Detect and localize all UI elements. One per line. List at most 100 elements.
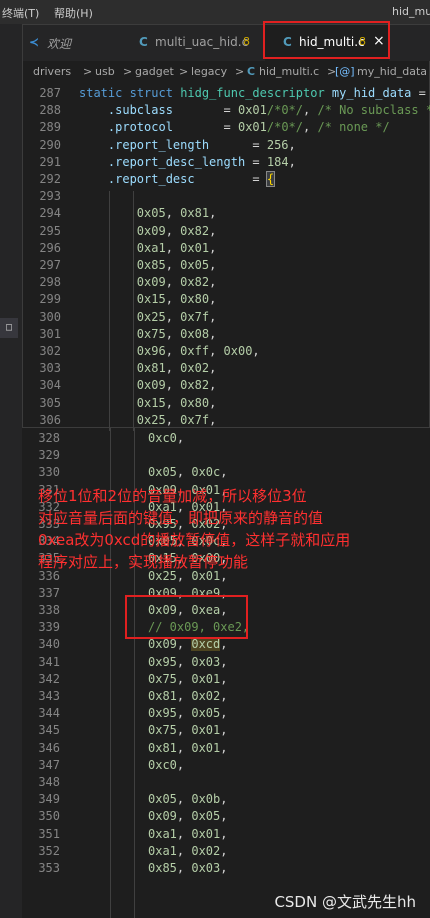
code-line[interactable]: 352 0xa1, 0x02, bbox=[22, 843, 430, 860]
line-number: 344 bbox=[38, 706, 60, 721]
code-line[interactable]: 342 0x75, 0x01, bbox=[22, 671, 430, 688]
code-line[interactable]: 350 0x09, 0x05, bbox=[22, 808, 430, 825]
code-line[interactable]: 346 0x81, 0x01, bbox=[22, 740, 430, 757]
code-line[interactable]: 288 .subclass = 0x01/*0*/, /* No subclas… bbox=[23, 102, 430, 119]
line-number: 339 bbox=[38, 620, 60, 635]
variable-icon: [@] bbox=[335, 65, 355, 78]
code-line[interactable]: 330 0x05, 0x0c, bbox=[22, 464, 430, 481]
code-text: 0x09, 0x82, bbox=[136, 223, 217, 238]
code-text: 0xa1, 0x01, bbox=[148, 826, 228, 841]
annotation-line: 程序对应上，实现播放暂停功能 bbox=[38, 553, 249, 571]
breadcrumb-separator: > bbox=[123, 65, 133, 78]
code-line[interactable]: 303 0x81, 0x02, bbox=[23, 360, 430, 377]
breadcrumb-item[interactable]: drivers bbox=[33, 65, 71, 78]
line-number: 297 bbox=[39, 258, 61, 272]
line-number: 341 bbox=[38, 654, 60, 669]
menu-terminal[interactable]: 终端(T) bbox=[2, 5, 39, 21]
code-line[interactable]: 341 0x95, 0x03, bbox=[22, 654, 430, 671]
line-number: 301 bbox=[39, 326, 61, 341]
code-line[interactable]: 296 0xa1, 0x01, bbox=[23, 240, 430, 257]
code-line[interactable]: 353 0x85, 0x03, bbox=[22, 860, 430, 877]
code-line[interactable]: 291 .report_desc_length = 184, bbox=[23, 154, 430, 171]
code-text: 0x15, 0x80, bbox=[136, 395, 217, 410]
code-line[interactable]: 344 0x95, 0x05, bbox=[22, 705, 430, 722]
breadcrumb-item[interactable]: usb bbox=[95, 65, 115, 78]
breadcrumb-item[interactable]: hid_multi.c bbox=[259, 65, 319, 78]
code-text: 0x05, 0x81, bbox=[136, 206, 217, 221]
breadcrumb-item[interactable]: legacy bbox=[191, 65, 227, 78]
line-number: 345 bbox=[38, 723, 60, 738]
tab-bar: ≺ 欢迎 C multi_uac_hid.c 8 C hid_multi.c 8… bbox=[23, 21, 430, 61]
code-line[interactable]: 343 0x81, 0x02, bbox=[22, 688, 430, 705]
strip-marker: □ bbox=[0, 318, 18, 338]
line-number: 294 bbox=[39, 206, 61, 221]
line-number: 288 bbox=[39, 103, 61, 118]
code-line[interactable]: 328 0xc0, bbox=[22, 430, 430, 447]
code-line[interactable]: 300 0x25, 0x7f, bbox=[23, 309, 430, 326]
code-text: .protocol = 0x01/*0*/, /* none */ bbox=[107, 120, 390, 135]
code-line[interactable]: 349 0x05, 0x0b, bbox=[22, 791, 430, 808]
breadcrumb: drivers > usb > gadget > legacy > C hid_… bbox=[23, 61, 430, 83]
line-number: 342 bbox=[38, 671, 60, 686]
annotation-box-code bbox=[125, 595, 248, 639]
line-number: 338 bbox=[38, 603, 60, 617]
code-line[interactable]: 289 .protocol = 0x01/*0*/, /* none */ bbox=[23, 119, 430, 136]
code-line[interactable]: 345 0x75, 0x01, bbox=[22, 722, 430, 739]
code-text: 0x81, 0x02, bbox=[148, 689, 228, 703]
code-line[interactable]: 347 0xc0, bbox=[22, 757, 430, 774]
tab-label: 欢迎 bbox=[47, 37, 72, 51]
breadcrumb-separator: > bbox=[179, 65, 189, 78]
line-number: 296 bbox=[39, 240, 61, 255]
code-text: 0x75, 0x01, bbox=[148, 723, 228, 738]
breadcrumb-separator: > bbox=[235, 65, 245, 78]
code-line[interactable]: 294 0x05, 0x81, bbox=[23, 205, 430, 222]
line-number: 304 bbox=[39, 378, 61, 393]
breadcrumb-item[interactable]: gadget bbox=[135, 65, 174, 78]
watermark: CSDN @文武先生hh bbox=[274, 893, 416, 911]
code-line[interactable]: 305 0x15, 0x80, bbox=[23, 395, 430, 412]
code-line[interactable]: 297 0x85, 0x05, bbox=[23, 257, 430, 274]
code-text: 0x85, 0x03, bbox=[148, 861, 228, 875]
code-text: 0xa1, 0x01, bbox=[136, 240, 217, 255]
code-line[interactable]: 304 0x09, 0x82, bbox=[23, 377, 430, 394]
line-number: 305 bbox=[39, 395, 61, 410]
code-line[interactable]: 299 0x15, 0x80, bbox=[23, 291, 430, 308]
code-text: 0x75, 0x08, bbox=[136, 326, 217, 341]
line-number: 340 bbox=[38, 637, 60, 652]
code-text: 0x75, 0x01, bbox=[148, 671, 228, 686]
line-number: 306 bbox=[39, 412, 61, 427]
line-number: 330 bbox=[38, 465, 60, 480]
breadcrumb-item[interactable]: my_hid_data bbox=[357, 65, 427, 78]
menu-help[interactable]: 帮助(H) bbox=[54, 5, 93, 21]
indent-guide bbox=[109, 191, 110, 431]
code-line[interactable]: 301 0x75, 0x08, bbox=[23, 326, 430, 343]
annotation-text: 移位1位和2位的音量加减，所以移位3位 对应音量后面的键值，即把原来的静音的值 … bbox=[38, 485, 423, 573]
code-line[interactable]: 306 0x25, 0x7f, bbox=[23, 412, 430, 429]
code-line[interactable]: 292 .report_desc = { bbox=[23, 171, 430, 188]
code-text: 0x09, 0x05, bbox=[148, 809, 228, 824]
line-number: 353 bbox=[38, 861, 60, 875]
vscode-icon: ≺ bbox=[29, 35, 40, 49]
code-line[interactable]: 351 0xa1, 0x01, bbox=[22, 826, 430, 843]
code-line[interactable]: 290 .report_length = 256, bbox=[23, 137, 430, 154]
breadcrumb-separator: > bbox=[83, 65, 93, 78]
code-line[interactable]: 348 bbox=[22, 774, 430, 791]
line-number: 287 bbox=[39, 86, 61, 100]
annotation-line: 对应音量后面的键值，即把原来的静音的值 bbox=[38, 509, 324, 527]
line-number: 290 bbox=[39, 137, 61, 152]
code-line[interactable]: 302 0x96, 0xff, 0x00, bbox=[23, 343, 430, 360]
code-text: .report_length = 256, bbox=[107, 137, 296, 152]
annotation-box-tab bbox=[263, 21, 390, 59]
annotation-line: 0xea改为0xcd的播放暂停值，这样子就和应用 bbox=[38, 531, 351, 549]
line-number: 347 bbox=[38, 757, 60, 772]
tab-welcome[interactable]: ≺ 欢迎 bbox=[23, 25, 125, 61]
code-line[interactable]: 329 bbox=[22, 447, 430, 464]
tab-multi-uac-hid[interactable]: C multi_uac_hid.c 8 bbox=[127, 25, 261, 61]
code-text: 0x85, 0x05, bbox=[136, 258, 217, 272]
code-text: 0x81, 0x02, bbox=[136, 361, 217, 376]
code-line[interactable]: 295 0x09, 0x82, bbox=[23, 223, 430, 240]
code-line[interactable]: 287 static struct hidg_func_descriptor my… bbox=[23, 85, 430, 102]
code-line[interactable]: 298 0x09, 0x82, bbox=[23, 274, 430, 291]
code-text: 0xc0, bbox=[148, 431, 185, 445]
code-line[interactable]: 293 bbox=[23, 188, 430, 205]
